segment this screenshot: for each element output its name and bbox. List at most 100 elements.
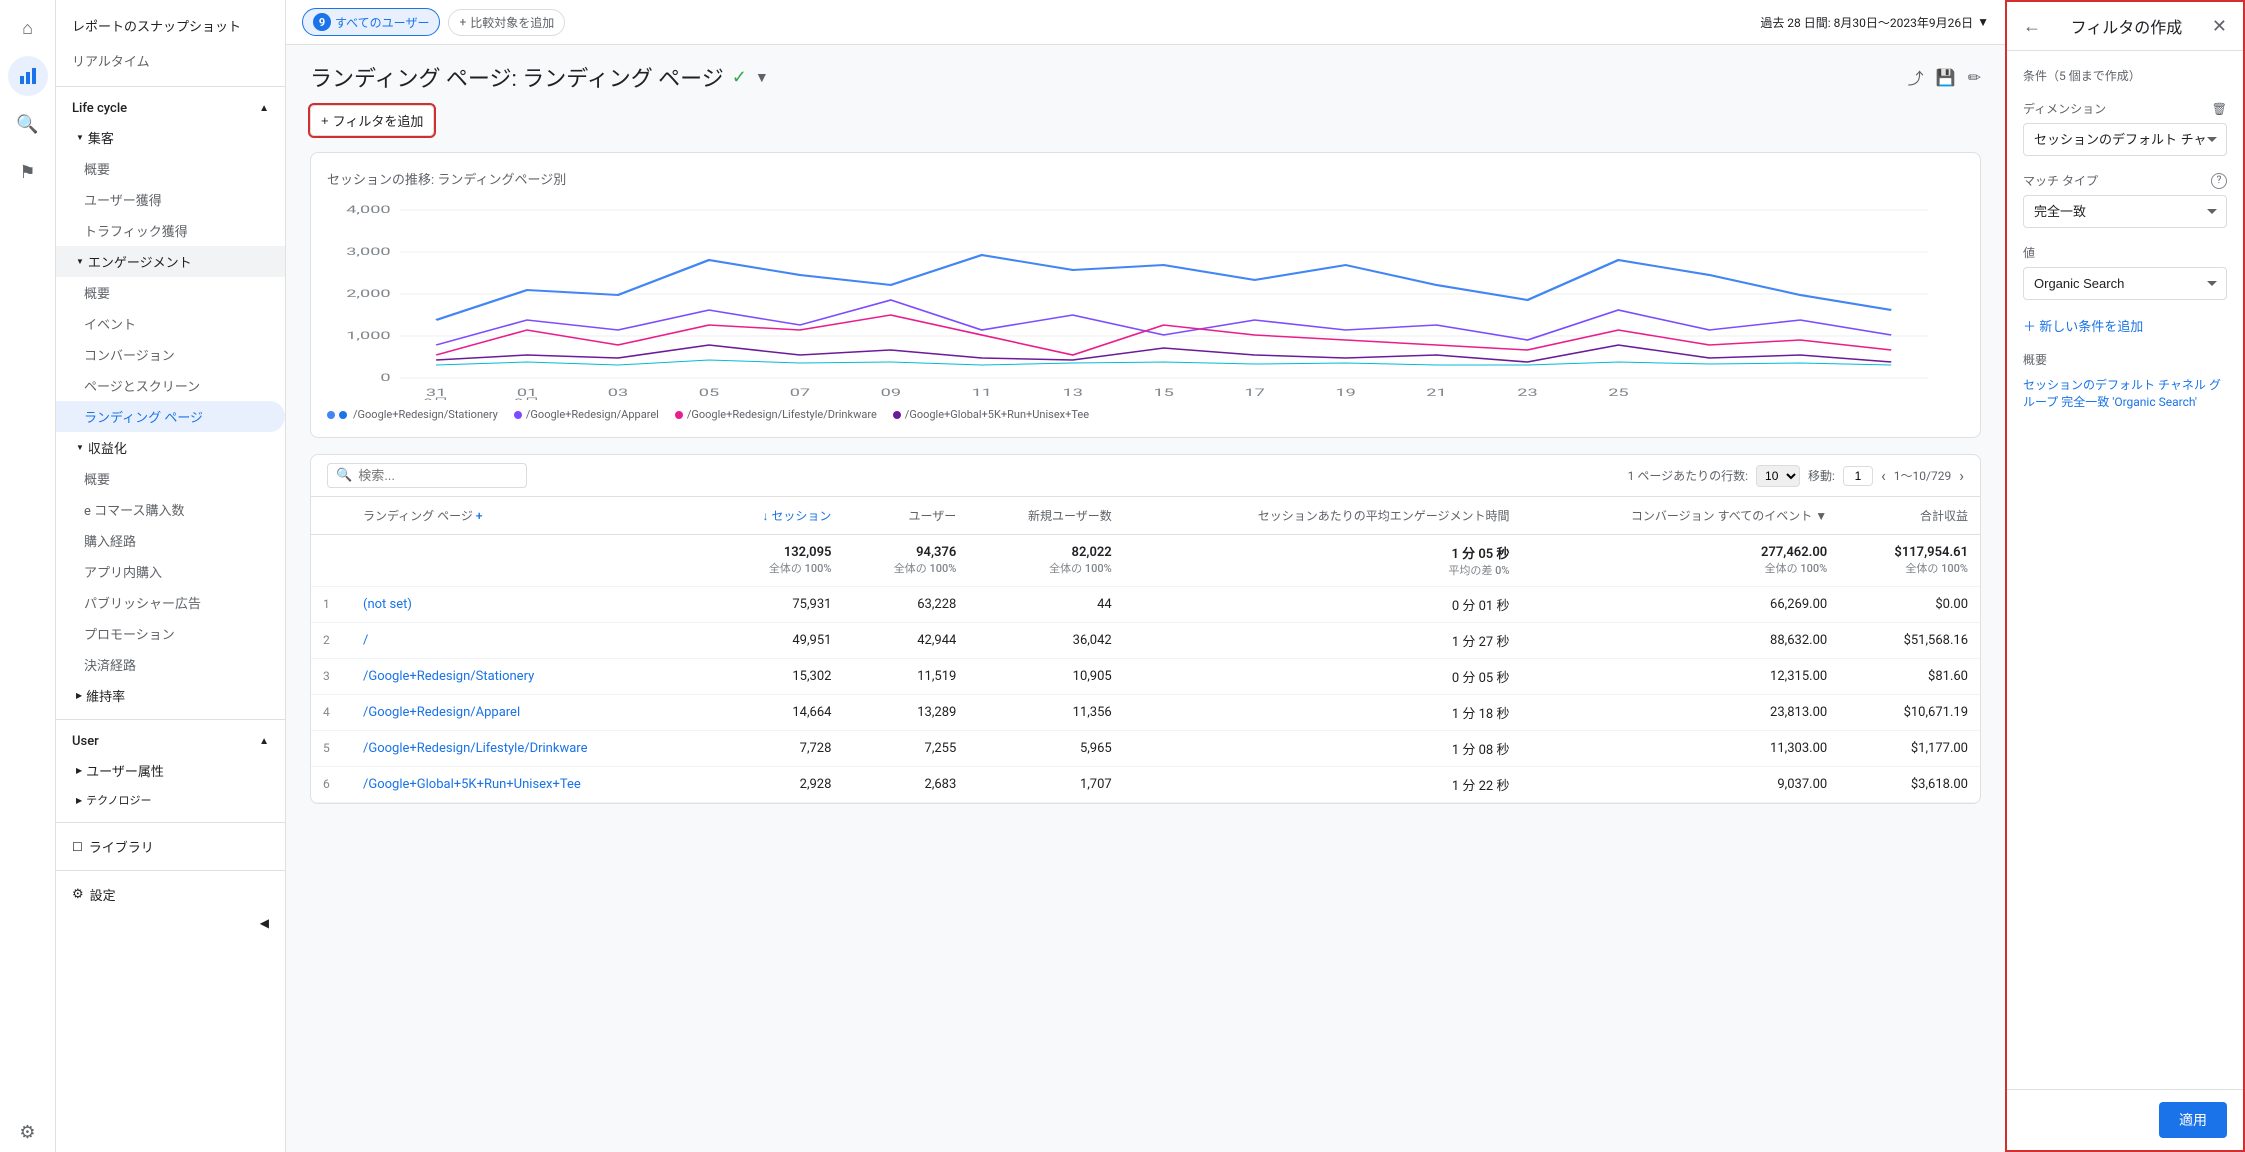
sidebar-section-retention[interactable]: ▶ 維持率 — [56, 680, 285, 711]
legend-label-1: /Google+Redesign/Stationery — [353, 408, 498, 421]
add-compare-button[interactable]: + 比較対象を追加 — [448, 9, 565, 36]
row-sessions-3: 15,302 — [709, 659, 843, 695]
sidebar-library[interactable]: ☐ ライブラリ — [56, 831, 285, 862]
user-chip[interactable]: 9 すべてのユーザー — [302, 8, 440, 36]
add-compare-label: 比較対象を追加 — [470, 14, 554, 31]
sidebar-section-engagement[interactable]: ▼ エンゲージメント — [56, 246, 285, 277]
move-input[interactable] — [1843, 466, 1873, 486]
svg-text:13: 13 — [1063, 386, 1083, 398]
lifecycle-chevron: ▲ — [259, 103, 269, 114]
add-condition-button[interactable]: ＋ 新しい条件を追加 — [2023, 316, 2227, 335]
sidebar-item-ecommerce[interactable]: e コマース購入数 — [56, 494, 285, 525]
add-col-icon[interactable]: + — [476, 509, 483, 523]
sidebar-item-publisher-ads[interactable]: パブリッシャー広告 — [56, 587, 285, 618]
value-select[interactable]: Organic Search — [2023, 267, 2227, 300]
value-form-group: 値 Organic Search — [2023, 244, 2227, 300]
sidebar-item-traffic-acquisition[interactable]: トラフィック獲得 — [56, 215, 285, 246]
customize-report-icon[interactable]: ✏ — [1968, 68, 1981, 87]
sidebar-item-user-acquisition[interactable]: ユーザー獲得 — [56, 184, 285, 215]
col-header-users[interactable]: ユーザー — [843, 497, 968, 535]
legend-item-4: /Google+Global+5K+Run+Unisex+Tee — [893, 408, 1089, 421]
col-header-revenue[interactable]: 合計収益 — [1839, 497, 1980, 535]
row-users-3: 11,519 — [843, 659, 968, 695]
col-header-page[interactable]: ランディング ページ + — [351, 497, 709, 535]
right-panel-back-button[interactable]: ← — [2023, 16, 2041, 37]
sidebar-settings[interactable]: ⚙ 設定 — [56, 879, 285, 910]
total-revenue: $117,954.61 — [1851, 545, 1968, 560]
nav-search-icon[interactable]: 🔍 — [8, 104, 48, 144]
match-type-select[interactable]: 完全一致 — [2023, 195, 2227, 228]
svg-text:19: 19 — [1335, 386, 1355, 398]
row-page-1[interactable]: (not set) — [363, 597, 412, 612]
sidebar-item-demographics[interactable]: ▶ ユーザー属性 — [56, 755, 285, 786]
row-page-4[interactable]: /Google+Redesign/Apparel — [363, 705, 520, 720]
sidebar-realtime[interactable]: リアルタイム — [56, 43, 285, 78]
share-report-icon[interactable]: ⤴ — [1908, 65, 1924, 89]
row-page-2[interactable]: / — [363, 633, 368, 648]
sidebar-item-checkout[interactable]: 決済経路 — [56, 649, 285, 680]
user-chip-count: 9 — [313, 13, 331, 31]
svg-text:8月: 8月 — [423, 398, 449, 400]
add-filter-button[interactable]: + フィルタを追加 — [310, 105, 434, 136]
row-sessions-6: 2,928 — [709, 767, 843, 803]
sidebar-item-pages-screens[interactable]: ページとスクリーン — [56, 370, 285, 401]
row-page-5[interactable]: /Google+Redesign/Lifestyle/Drinkware — [363, 741, 587, 756]
nav-home-icon[interactable]: ⌂ — [8, 8, 48, 48]
sidebar-item-in-app[interactable]: アプリ内購入 — [56, 556, 285, 587]
table-search-box[interactable]: 🔍 — [327, 463, 527, 488]
row-new-users-4: 11,356 — [968, 695, 1123, 731]
page-title-dropdown-icon[interactable]: ▼ — [755, 69, 769, 86]
row-revenue-1: $0.00 — [1839, 587, 1980, 623]
match-type-label: マッチ タイプ ? — [2023, 172, 2227, 189]
nav-settings-icon[interactable]: ⚙ — [8, 1112, 48, 1152]
nav-flag-icon[interactable]: ⚑ — [8, 152, 48, 192]
tech-triangle: ▶ — [76, 796, 82, 805]
col-header-avg-engagement[interactable]: セッションあたりの平均エンゲージメント時間 — [1124, 497, 1522, 535]
rows-per-page-select[interactable]: 10 25 50 — [1756, 465, 1800, 487]
total-new-users: 82,022 — [980, 545, 1111, 560]
sidebar-item-engagement-overview[interactable]: 概要 — [56, 277, 285, 308]
sidebar-snapshots[interactable]: レポートのスナップショット — [56, 8, 285, 43]
dimension-delete-icon[interactable]: 🗑 — [2212, 102, 2227, 116]
row-sessions-1: 75,931 — [709, 587, 843, 623]
filter-summary-text[interactable]: セッションのデフォルト チャネル グループ 完全一致 'Organic Sear… — [2023, 376, 2227, 410]
sidebar-item-tech[interactable]: ▶ テクノロジー — [56, 786, 285, 814]
right-filter-panel: ← フィルタの作成 ✕ 条件（5 個まで作成） ディメンション 🗑 セッションの… — [2005, 0, 2245, 1152]
sidebar-section-user[interactable]: User ▲ — [56, 728, 285, 755]
sidebar-section-lifecycle[interactable]: Life cycle ▲ — [56, 95, 285, 122]
save-report-icon[interactable]: 💾 — [1936, 68, 1956, 87]
data-table: ランディング ページ + ↓ セッション ユーザー 新規ユーザー数 — [311, 497, 1980, 803]
sidebar-section-monetization[interactable]: ▼ 収益化 — [56, 432, 285, 463]
sidebar-item-promotions[interactable]: プロモーション — [56, 618, 285, 649]
apply-button[interactable]: 適用 — [2159, 1102, 2227, 1138]
add-condition-label: ＋ 新しい条件を追加 — [2023, 316, 2143, 335]
collapse-sidebar-btn[interactable]: ◀ — [56, 910, 285, 936]
nav-analytics-icon[interactable] — [8, 56, 48, 96]
sidebar-item-conversions[interactable]: コンバージョン — [56, 339, 285, 370]
pagination-prev-icon[interactable]: ‹ — [1881, 466, 1886, 485]
sidebar-item-events[interactable]: イベント — [56, 308, 285, 339]
col-header-new-users[interactable]: 新規ユーザー数 — [968, 497, 1123, 535]
sidebar-item-purchase-journey[interactable]: 購入経路 — [56, 525, 285, 556]
table-search-input[interactable] — [358, 468, 518, 483]
sidebar-section-acquisition[interactable]: ▼ 集客 — [56, 122, 285, 153]
row-users-4: 13,289 — [843, 695, 968, 731]
row-avg-engagement-4: 1 分 18 秒 — [1124, 695, 1522, 731]
row-sessions-5: 7,728 — [709, 731, 843, 767]
col-header-sessions[interactable]: ↓ セッション — [709, 497, 843, 535]
pagination-next-icon[interactable]: › — [1959, 466, 1964, 485]
row-new-users-2: 36,042 — [968, 623, 1123, 659]
col-header-conversions[interactable]: コンバージョン すべてのイベント ▼ — [1521, 497, 1839, 535]
match-type-help-icon[interactable]: ? — [2211, 173, 2227, 189]
row-revenue-2: $51,568.16 — [1839, 623, 1980, 659]
row-page-6[interactable]: /Google+Global+5K+Run+Unisex+Tee — [363, 777, 581, 792]
row-page-3[interactable]: /Google+Redesign/Stationery — [363, 669, 534, 684]
date-range-selector[interactable]: 過去 28 日間: 8月30日〜2023年9月26日 ▼ — [1760, 14, 1989, 31]
sidebar-item-landing-page[interactable]: ランディング ページ — [56, 401, 285, 432]
right-panel-close-button[interactable]: ✕ — [2212, 16, 2227, 37]
row-new-users-3: 10,905 — [968, 659, 1123, 695]
sidebar-item-monetization-overview[interactable]: 概要 — [56, 463, 285, 494]
dimension-select[interactable]: セッションのデフォルト チャ — [2023, 123, 2227, 156]
sidebar-item-acquisition-overview[interactable]: 概要 — [56, 153, 285, 184]
legend-dot-1 — [327, 411, 335, 419]
